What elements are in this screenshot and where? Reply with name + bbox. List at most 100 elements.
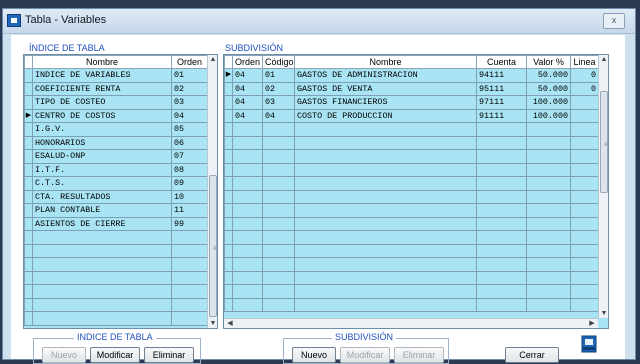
subdivision-cell[interactable] (476, 243, 527, 258)
subdivision-row[interactable] (224, 216, 599, 231)
indice-cell[interactable]: 06 (171, 135, 208, 150)
subdivision-header-linea[interactable]: Linea (570, 55, 599, 69)
indice-grid-body[interactable]: INDICE DE VARIABLES 01 COEFICIENTE RENTA 02… (24, 68, 208, 326)
indice-cell[interactable]: ESALUD-ONP (32, 149, 172, 164)
indice-row[interactable]: ▶ CENTRO DE COSTOS 04 (24, 108, 208, 123)
subdivision-row[interactable] (224, 257, 599, 272)
subdivision-cell[interactable] (476, 270, 527, 285)
subdivision-cell[interactable] (294, 162, 477, 177)
subdivision-horizontal-scrollbar[interactable]: ◀ ▶ (224, 318, 598, 328)
subdivision-row[interactable] (224, 270, 599, 285)
subdivision-row[interactable] (224, 162, 599, 177)
subdivision-cell[interactable] (294, 149, 477, 164)
subdivision-cell[interactable] (232, 257, 263, 272)
indice-cell[interactable]: 09 (171, 176, 208, 191)
indice-row[interactable]: C.T.S. 09 (24, 176, 208, 191)
subdivision-header-orden[interactable]: Orden (232, 55, 263, 69)
subdivision-cell[interactable] (262, 176, 295, 191)
indice-header-orden[interactable]: Orden (171, 55, 208, 69)
subdivision-cell[interactable] (262, 243, 295, 258)
subdivision-row[interactable] (224, 297, 599, 312)
subdivision-cell[interactable]: 94111 (476, 68, 527, 83)
indice-row[interactable]: PLAN CONTABLE 11 (24, 203, 208, 218)
subdivision-vertical-scrollbar[interactable]: ▲ ≡ ▼ (598, 55, 608, 318)
subdivision-row[interactable] (224, 149, 599, 164)
subdivision-cell[interactable] (262, 230, 295, 245)
subdivision-cell[interactable] (476, 189, 527, 204)
indice-cell[interactable] (171, 284, 208, 299)
subdivision-cell[interactable] (476, 135, 527, 150)
subdivision-cell[interactable]: 0 (570, 68, 599, 83)
subdivision-cell[interactable] (476, 203, 527, 218)
scroll-down-arrow-icon[interactable]: ▼ (208, 320, 217, 327)
indice-cell[interactable] (171, 270, 208, 285)
close-button[interactable]: x (603, 13, 625, 29)
indice-cell[interactable] (32, 257, 172, 272)
subdivision-cell[interactable] (476, 149, 527, 164)
subdivision-cell[interactable]: 03 (262, 95, 295, 110)
subdivision-cell[interactable] (262, 162, 295, 177)
subdivision-row[interactable] (224, 135, 599, 150)
subdivision-header-cuenta[interactable]: Cuenta (476, 55, 527, 69)
subdivision-cell[interactable] (570, 297, 599, 312)
subdivision-cell[interactable] (294, 135, 477, 150)
subdivision-cell[interactable] (232, 203, 263, 218)
subdivision-cell[interactable] (476, 176, 527, 191)
indice-nuevo-button[interactable]: Nuevo (42, 347, 86, 363)
subdivision-cell[interactable] (570, 203, 599, 218)
subdivision-cell[interactable] (294, 122, 477, 137)
subdivision-cell[interactable] (476, 284, 527, 299)
indice-cell[interactable]: 10 (171, 189, 208, 204)
indice-row[interactable] (24, 230, 208, 245)
subdivision-cell[interactable] (262, 270, 295, 285)
indice-cell[interactable]: PLAN CONTABLE (32, 203, 172, 218)
indice-cell[interactable]: TIPO DE COSTEO (32, 95, 172, 110)
indice-scroll-thumb[interactable]: ≡ (209, 175, 217, 317)
indice-cell[interactable] (32, 311, 172, 326)
subdivision-cell[interactable] (526, 284, 571, 299)
subdivision-cell[interactable]: 04 (232, 81, 263, 96)
subdivision-cell[interactable] (262, 189, 295, 204)
subdivision-cell[interactable] (526, 189, 571, 204)
subdivision-cell[interactable] (476, 216, 527, 231)
subdivision-cell[interactable]: 04 (262, 108, 295, 123)
subdivision-cell[interactable] (232, 135, 263, 150)
subdivision-cell[interactable] (232, 149, 263, 164)
subdivision-modificar-button[interactable]: Modificar (340, 347, 390, 363)
scroll-down-arrow-icon[interactable]: ▼ (599, 310, 608, 317)
subdivision-cell[interactable]: GASTOS DE VENTA (294, 81, 477, 96)
subdivision-cell[interactable]: 95111 (476, 81, 527, 96)
subdivision-cell[interactable] (232, 297, 263, 312)
subdivision-cell[interactable] (294, 284, 477, 299)
indice-cell[interactable]: C.T.S. (32, 176, 172, 191)
subdivision-header-codigo[interactable]: Código (262, 55, 295, 69)
subdivision-cell[interactable] (294, 203, 477, 218)
subdivision-cell[interactable] (570, 149, 599, 164)
subdivision-cell[interactable] (476, 297, 527, 312)
indice-row[interactable]: HONORARIOS 06 (24, 135, 208, 150)
subdivision-cell[interactable] (232, 189, 263, 204)
indice-row[interactable]: TIPO DE COSTEO 03 (24, 95, 208, 110)
subdivision-cell[interactable] (476, 230, 527, 245)
indice-cell[interactable]: HONORARIOS (32, 135, 172, 150)
indice-row[interactable]: I.T.F. 08 (24, 162, 208, 177)
indice-cell[interactable] (171, 243, 208, 258)
indice-cell[interactable]: I.T.F. (32, 162, 172, 177)
subdivision-cell[interactable] (526, 257, 571, 272)
indice-header-nombre[interactable]: Nombre (32, 55, 172, 69)
subdivision-cell[interactable] (570, 95, 599, 110)
subdivision-row[interactable] (224, 243, 599, 258)
indice-row[interactable]: ASIENTOS DE CIERRE 99 (24, 216, 208, 231)
title-bar[interactable]: Tabla - Variables x (3, 9, 635, 34)
subdivision-cell[interactable]: 50.000 (526, 68, 571, 83)
subdivision-cell[interactable] (526, 297, 571, 312)
indice-cell[interactable] (171, 257, 208, 272)
subdivision-cell[interactable] (294, 216, 477, 231)
indice-cell[interactable]: 04 (171, 108, 208, 123)
subdivision-row[interactable]: 04 04 COSTO DE PRODUCCION 91111 100.000 (224, 108, 599, 123)
subdivision-row[interactable] (224, 176, 599, 191)
subdivision-cell[interactable] (294, 257, 477, 272)
subdivision-cell[interactable] (262, 203, 295, 218)
subdivision-cell[interactable] (570, 162, 599, 177)
subdivision-cell[interactable]: 91111 (476, 108, 527, 123)
